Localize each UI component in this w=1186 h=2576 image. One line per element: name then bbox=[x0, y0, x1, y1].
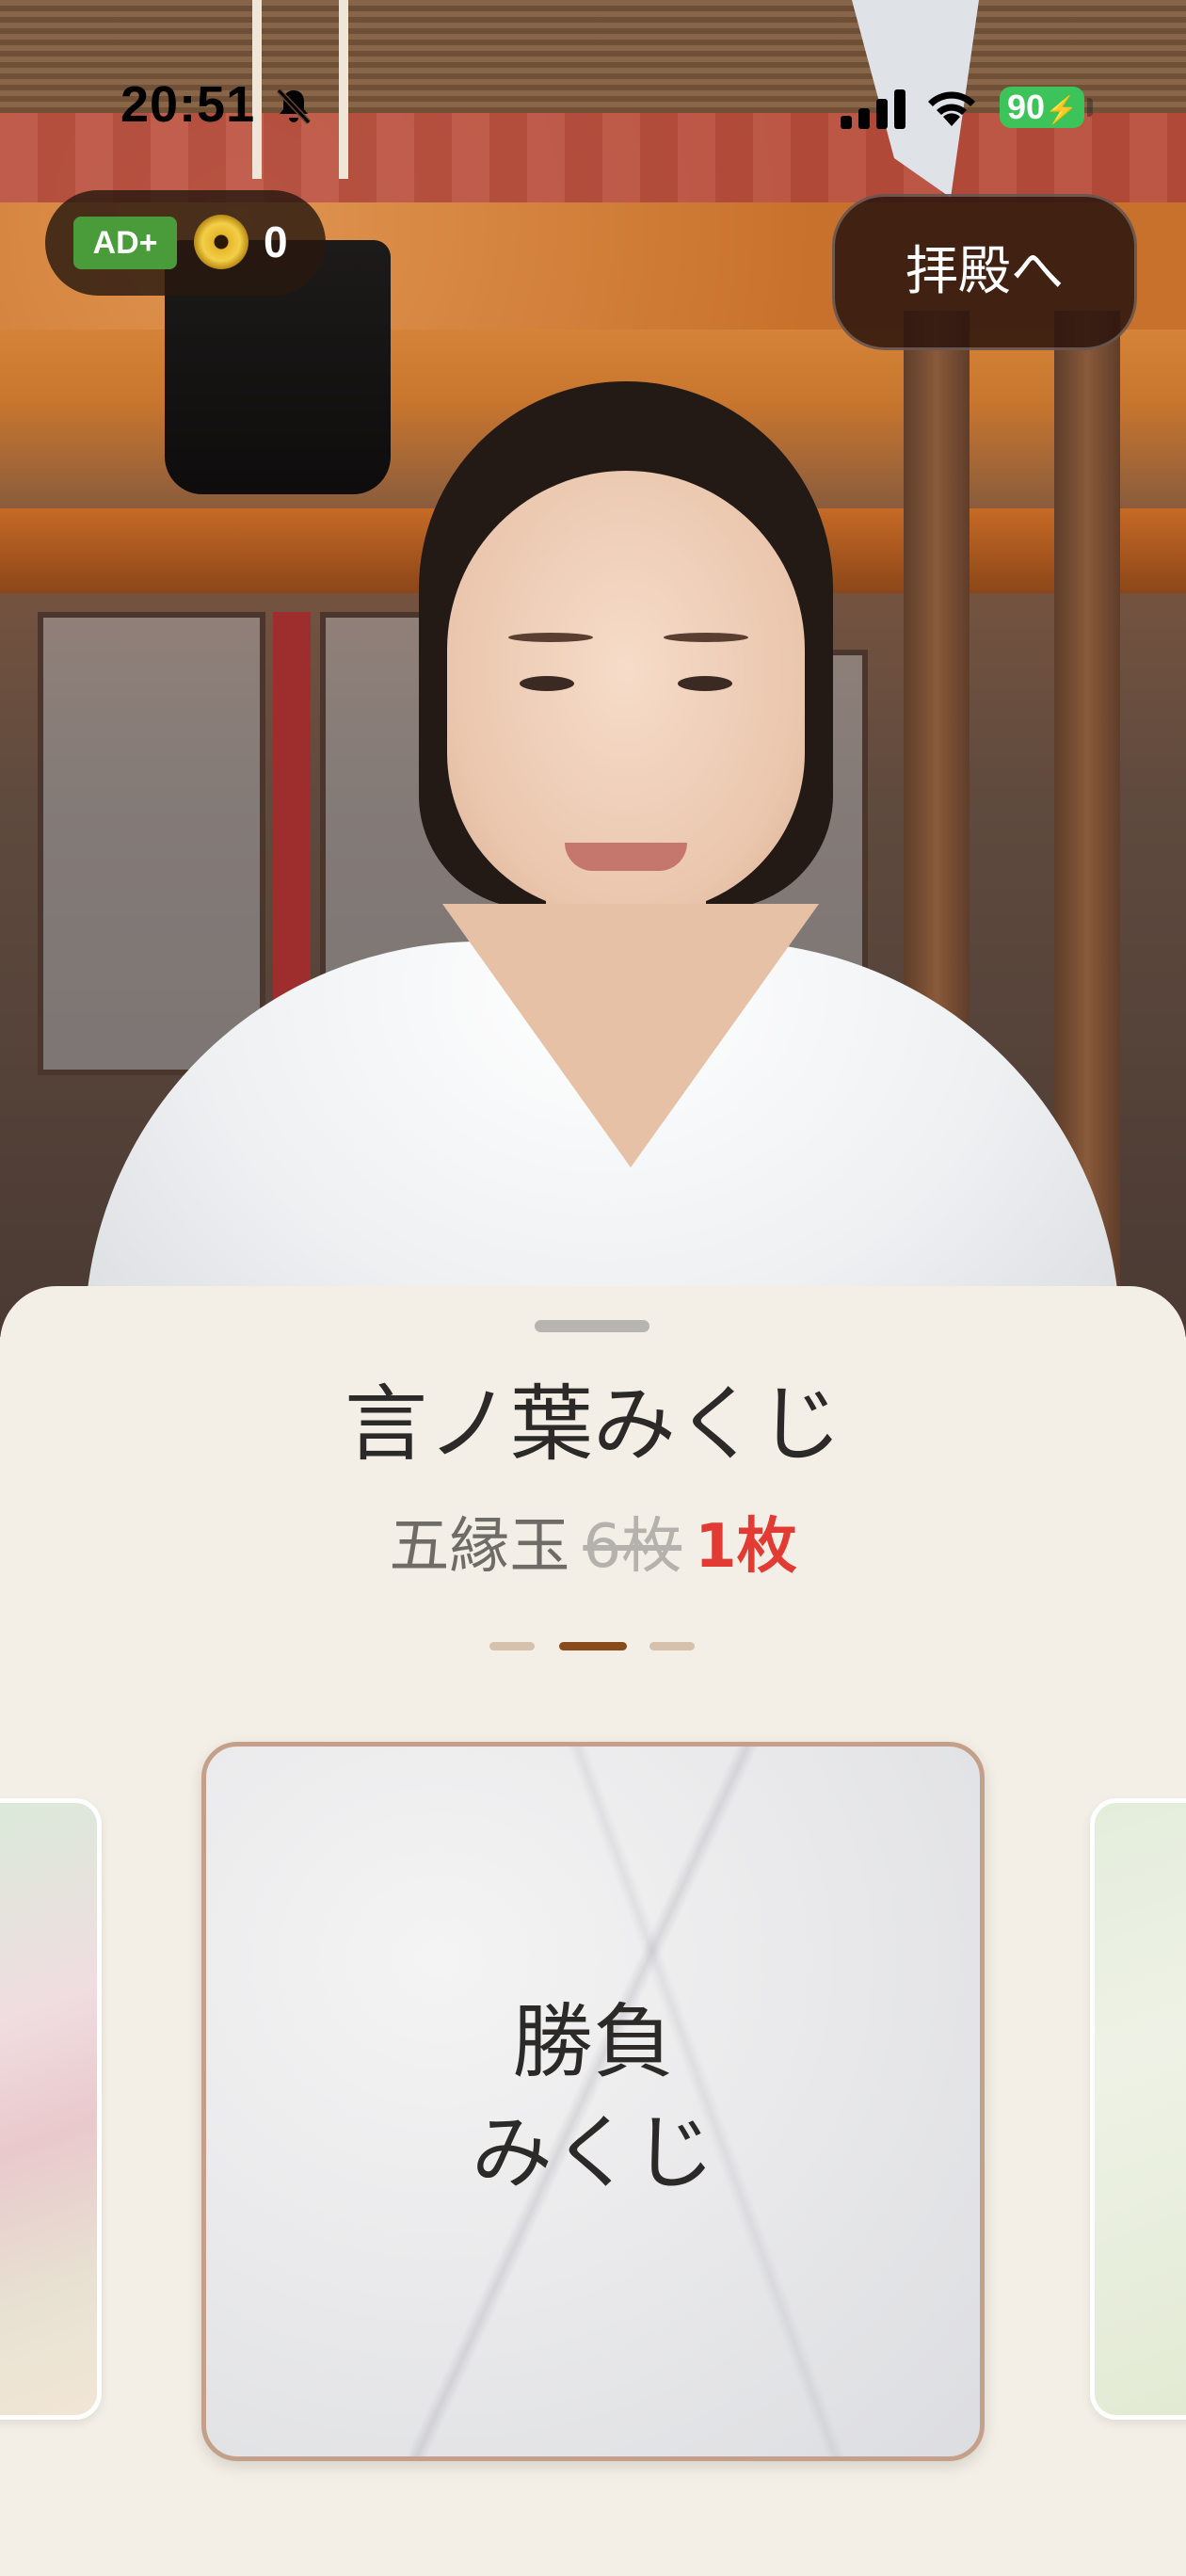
wifi-icon bbox=[928, 91, 975, 126]
status-time: 20:51 bbox=[120, 76, 256, 133]
price-old: 6枚 bbox=[583, 1512, 682, 1582]
omikuji-card-current[interactable]: 勝負 みくじ bbox=[201, 1742, 985, 2461]
card-label-line1: 勝負 bbox=[512, 1995, 674, 2089]
five-yen-coin-icon bbox=[194, 215, 248, 269]
bell-slash-icon bbox=[276, 88, 312, 125]
page-indicator bbox=[0, 1642, 1186, 1651]
price-line: 五縁玉 6枚 1枚 bbox=[0, 1505, 1186, 1589]
price-new: 1枚 bbox=[695, 1512, 797, 1582]
page-dot[interactable] bbox=[649, 1642, 695, 1650]
battery-nub bbox=[1087, 98, 1093, 117]
battery-indicator: 90⚡ bbox=[1000, 87, 1084, 128]
sheet-title: 言ノ葉みくじ bbox=[344, 1376, 841, 1473]
eye bbox=[520, 676, 574, 691]
card-label-line2: みくじ bbox=[472, 2106, 714, 2200]
price-label: 五縁玉 bbox=[389, 1512, 570, 1582]
status-bar: 20:51 90⚡ bbox=[0, 0, 1186, 141]
lips bbox=[565, 843, 687, 871]
go-to-hall-button[interactable]: 拝殿へ bbox=[832, 194, 1137, 350]
coin-count: 0 bbox=[264, 217, 288, 266]
eyebrow bbox=[664, 633, 748, 642]
eyebrow bbox=[508, 633, 593, 642]
sheet-grabber-handle[interactable] bbox=[535, 1320, 649, 1332]
card-label: 勝負 みくじ bbox=[206, 1987, 980, 2209]
battery-level: 90 bbox=[1007, 88, 1046, 126]
battery-charging-icon: ⚡ bbox=[1045, 95, 1078, 124]
robe-collar bbox=[442, 904, 819, 1167]
omikuji-card-previous[interactable] bbox=[0, 1798, 102, 2420]
ad-plus-badge[interactable]: AD+ bbox=[73, 217, 177, 269]
page-dot[interactable] bbox=[489, 1642, 535, 1650]
cellular-signal-icon bbox=[841, 89, 906, 129]
page-dot-active[interactable] bbox=[559, 1642, 627, 1650]
omikuji-card-next[interactable] bbox=[1090, 1798, 1186, 2420]
eye bbox=[678, 676, 732, 691]
